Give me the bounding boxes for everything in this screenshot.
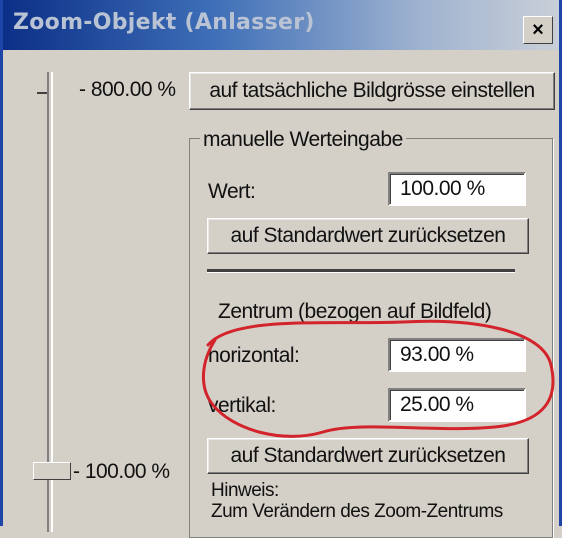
hint-title: Hinweis: — [211, 480, 279, 501]
vertical-label: vertikal: — [208, 394, 276, 417]
vertical-field[interactable]: 25.00 % — [388, 388, 526, 422]
slider-tick-top — [37, 92, 47, 94]
horizontal-field[interactable]: 93.00 % — [388, 338, 526, 372]
hint-text: Zum Verändern des Zoom-Zentrums — [211, 501, 503, 522]
window-title: Zoom-Objekt (Anlasser) — [13, 10, 315, 35]
manual-input-group-title: manuelle Werteingabe — [200, 128, 406, 152]
zoom-slider-thumb[interactable] — [33, 462, 71, 480]
close-button[interactable]: × — [523, 16, 553, 44]
title-bar[interactable]: Zoom-Objekt (Anlasser) × — [3, 0, 559, 50]
slider-current-label: - 100.00 % — [73, 460, 170, 483]
separator-line — [207, 269, 515, 273]
zoom-dialog: Zoom-Objekt (Anlasser) × - 800.00 % - 10… — [0, 0, 562, 538]
actual-size-button[interactable]: auf tatsächliche Bildgrösse einstellen — [189, 72, 555, 110]
horizontal-label: horizontal: — [208, 344, 300, 367]
reset-value-button[interactable]: auf Standardwert zurücksetzen — [207, 218, 529, 254]
slider-max-label: - 800.00 % — [79, 78, 176, 101]
value-label: Wert: — [208, 180, 256, 203]
value-field[interactable]: 100.00 % — [388, 172, 526, 206]
reset-center-button[interactable]: auf Standardwert zurücksetzen — [207, 438, 529, 474]
center-title: Zentrum (bezogen auf Bildfeld) — [218, 300, 492, 323]
